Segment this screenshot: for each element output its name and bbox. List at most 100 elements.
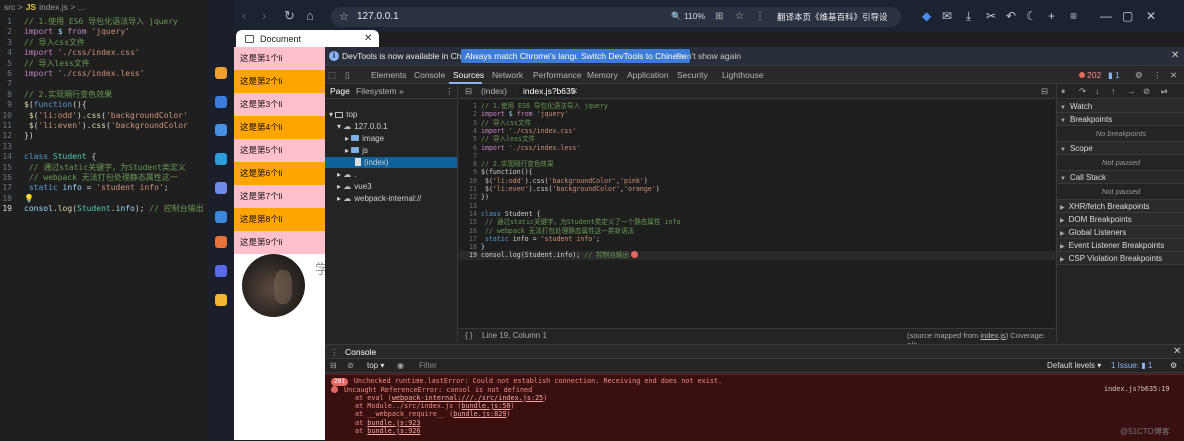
tab-sources[interactable]: Sources xyxy=(453,70,484,80)
line-number[interactable]: 12 xyxy=(459,193,481,201)
tree-item-image[interactable]: ▸ image xyxy=(345,133,384,144)
breadcrumb-src[interactable]: src xyxy=(4,2,15,12)
tree-item-dot[interactable]: ▸ ☁. xyxy=(337,169,356,180)
more-tabs-icon[interactable]: » xyxy=(399,86,404,96)
stack-link[interactable]: bundle.js:923 xyxy=(367,419,420,427)
inspect-icon[interactable]: ⬚ xyxy=(328,70,336,81)
line-number[interactable]: 5 xyxy=(459,135,481,143)
tree-item-js[interactable]: ▸ js xyxy=(345,145,368,156)
bookmark-icon[interactable]: ☆ xyxy=(735,11,744,22)
url-text[interactable]: 127.0.0.1 xyxy=(357,11,399,22)
line-number[interactable]: 9 xyxy=(459,168,481,176)
debugger-section[interactable]: ▶ XHR/fetch Breakpoints xyxy=(1057,200,1184,213)
window-close-icon[interactable]: ✕ xyxy=(1146,9,1156,23)
navigator-menu-icon[interactable]: ⋮ xyxy=(445,86,454,97)
add-icon[interactable]: + xyxy=(1048,9,1055,23)
toggle-navigator-icon[interactable]: ⊟ xyxy=(465,86,472,97)
tab-elements[interactable]: Elements xyxy=(371,70,406,80)
line-number[interactable]: 15 xyxy=(459,218,481,226)
console-close-icon[interactable]: ✕ xyxy=(1173,346,1181,357)
night-mode-icon[interactable]: ☾ xyxy=(1026,9,1037,23)
pretty-print-icon[interactable]: { } xyxy=(465,331,473,340)
line-number[interactable]: 19 xyxy=(459,251,481,259)
deactivate-breakpoints-icon[interactable]: ⊘ xyxy=(1143,86,1150,97)
line-number[interactable]: 17 xyxy=(459,235,481,243)
source-code-view[interactable]: 1// 1.使用 ES6 导包化语法导入 jquery 2 import $ fro… xyxy=(459,100,1055,327)
stack-link[interactable]: bundle.js:50 xyxy=(461,402,510,410)
line-number[interactable]: 2 xyxy=(459,110,481,118)
step-into-icon[interactable]: ↓ xyxy=(1095,86,1099,96)
debugger-section[interactable]: ▼ Call Stack xyxy=(1057,171,1184,184)
tab-security[interactable]: Security xyxy=(677,70,708,80)
drawer-menu-icon[interactable]: ⋮ xyxy=(330,347,339,358)
tab-close-icon[interactable]: ✕ xyxy=(364,33,372,44)
tab-console[interactable]: Console xyxy=(414,70,445,80)
code-editor[interactable]: src > JS index.js > ... 1// 1.使用 ES6 导包化语法… xyxy=(0,0,208,440)
issues-button[interactable]: 1 Issue: ▮ 1 xyxy=(1111,361,1152,370)
debugger-section[interactable]: ▶ CSP Violation Breakpoints xyxy=(1057,252,1184,265)
step-over-icon[interactable]: ↷ xyxy=(1079,86,1086,97)
line-number[interactable]: 14 xyxy=(459,210,481,218)
scissors-icon[interactable]: ✂ xyxy=(986,9,996,23)
tab-filesystem[interactable]: Filesystem xyxy=(356,86,397,96)
zoom-indicator[interactable]: 🔍 110% xyxy=(671,11,705,22)
line-number[interactable]: 1 xyxy=(459,102,481,110)
console-tab[interactable]: Console xyxy=(345,347,376,357)
switch-chinese-button[interactable]: Switch DevTools to Chinese xyxy=(577,49,691,63)
tab-application[interactable]: Application xyxy=(627,70,669,80)
app-icon[interactable] xyxy=(215,153,227,165)
app-icon[interactable] xyxy=(215,211,227,223)
live-expression-icon[interactable]: ◉ xyxy=(397,361,404,370)
dont-show-again-link[interactable]: Don't show again xyxy=(676,51,741,61)
context-select[interactable]: top ▾ xyxy=(367,361,384,370)
toggle-debugger-icon[interactable]: ⊟ xyxy=(1041,86,1048,97)
tab-network[interactable]: Network xyxy=(492,70,523,80)
tab-page[interactable]: Page xyxy=(330,86,350,96)
app-icon[interactable] xyxy=(215,67,227,79)
device-toggle-icon[interactable]: ▯ xyxy=(345,70,350,81)
site-info-icon[interactable]: ☆ xyxy=(339,10,349,23)
debugger-section[interactable]: ▶ DOM Breakpoints xyxy=(1057,213,1184,226)
debugger-section[interactable]: ▼ Watch xyxy=(1057,100,1184,113)
step-out-icon[interactable]: ↑ xyxy=(1111,86,1115,96)
settings-icon[interactable]: ⚙ xyxy=(1135,70,1143,81)
extension-icon[interactable]: ◆ xyxy=(922,9,931,23)
tree-item-host[interactable]: ▾ ☁ 127.0.0.1 xyxy=(337,121,388,132)
tree-item-vue3[interactable]: ▸ ☁ vue3 xyxy=(337,181,372,192)
error-counter[interactable]: 202 xyxy=(1079,70,1101,80)
app-icon[interactable] xyxy=(215,96,227,108)
console-settings-icon[interactable]: ⚙ xyxy=(1170,361,1177,370)
step-icon[interactable]: → xyxy=(1127,86,1136,96)
console-filter-input[interactable]: Filter xyxy=(419,361,437,370)
line-number[interactable]: 11 xyxy=(459,185,481,193)
kebab-menu-icon[interactable]: ⋮ xyxy=(1153,70,1162,81)
tree-item-webpack[interactable]: ▸ ☁ webpack-internal:// xyxy=(337,193,421,204)
download-icon[interactable]: ⤓ xyxy=(966,9,971,24)
source-link[interactable]: index.js?b635:19 xyxy=(1104,386,1169,394)
app-icon[interactable] xyxy=(215,236,227,248)
line-number[interactable]: 3 xyxy=(459,119,481,127)
app-icon[interactable] xyxy=(215,294,227,306)
editor-tab-close-icon[interactable]: ✕ xyxy=(571,86,578,97)
undo-icon[interactable]: ↶ xyxy=(1006,9,1016,23)
debugger-section[interactable]: ▼ Breakpoints xyxy=(1057,113,1184,126)
sidebar-toggle-icon[interactable]: ⊟ xyxy=(330,361,337,370)
browser-tab[interactable]: Document ✕ xyxy=(236,30,379,48)
maximize-icon[interactable]: ▢ xyxy=(1122,9,1133,23)
translate-icon[interactable]: ⊞ xyxy=(715,11,723,22)
devtools-close-icon[interactable]: ✕ xyxy=(1170,70,1177,81)
forward-icon[interactable]: › xyxy=(262,9,266,23)
pause-icon[interactable]: ⏸ xyxy=(1061,86,1065,97)
tab-performance[interactable]: Performance xyxy=(533,70,582,80)
tree-item-top[interactable]: ▾ top xyxy=(329,109,357,120)
mail-icon[interactable]: ✉ xyxy=(942,9,952,23)
stack-link[interactable]: bundle.js:829 xyxy=(453,410,506,418)
editor-tab-index[interactable]: (index) xyxy=(481,86,507,96)
app-icon[interactable] xyxy=(215,182,227,194)
debugger-section[interactable]: ▶ Event Listener Breakpoints xyxy=(1057,239,1184,252)
minimize-icon[interactable]: — xyxy=(1100,9,1112,23)
back-icon[interactable]: ‹ xyxy=(242,9,246,23)
more-icon[interactable]: ≡ xyxy=(1070,9,1077,23)
clear-console-icon[interactable]: ⊘ xyxy=(347,361,354,370)
reload-icon[interactable]: ↻ xyxy=(284,9,295,23)
